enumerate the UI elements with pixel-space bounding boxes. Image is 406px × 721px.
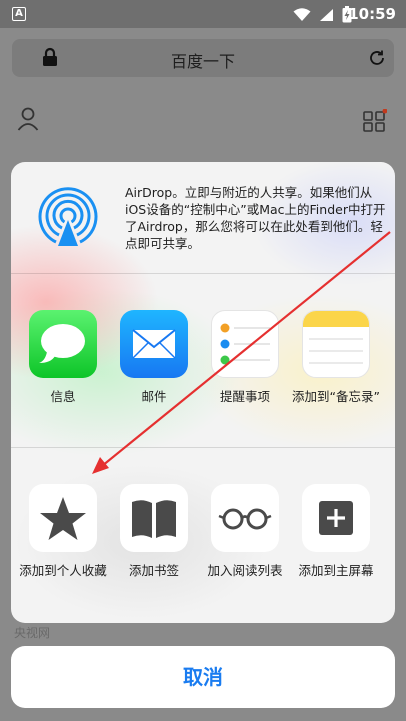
share-actions-row: 添加到个人收藏 添加书签 加入阅读列表 添加到主屏幕 bbox=[11, 484, 395, 623]
book-icon bbox=[120, 484, 188, 552]
airdrop-description: AirDrop。立即与附近的人共享。如果他们从iOS设备的“控制中心”或Mac上… bbox=[125, 185, 386, 251]
user-icon[interactable] bbox=[17, 107, 39, 131]
wifi-icon bbox=[293, 7, 311, 21]
action-add-bookmark[interactable]: 添加书签 bbox=[110, 484, 198, 579]
action-label: 添加到个人收藏 bbox=[19, 563, 107, 578]
share-app-label: 信息 bbox=[50, 389, 76, 404]
background-site-label: 央视网 bbox=[14, 626, 51, 640]
star-icon bbox=[29, 484, 97, 552]
share-sheet: AirDrop。立即与附近的人共享。如果他们从iOS设备的“控制中心”或Mac上… bbox=[11, 162, 395, 623]
share-app-label: 添加到“备忘录” bbox=[292, 389, 380, 404]
reminders-icon bbox=[211, 310, 279, 378]
airdrop-section[interactable]: AirDrop。立即与附近的人共享。如果他们从iOS设备的“控制中心”或Mac上… bbox=[11, 162, 395, 274]
action-reading-list[interactable]: 加入阅读列表 bbox=[201, 484, 289, 579]
plus-square-icon bbox=[302, 484, 370, 552]
status-time: 10:59 bbox=[348, 5, 396, 23]
share-app-label: 提醒事项 bbox=[219, 389, 270, 404]
glasses-icon bbox=[211, 484, 279, 552]
page-title: 百度一下 bbox=[170, 52, 235, 71]
share-app-messages[interactable]: 信息 bbox=[19, 310, 107, 405]
action-label: 加入阅读列表 bbox=[207, 563, 283, 578]
reload-icon[interactable] bbox=[368, 49, 386, 67]
cancel-button[interactable]: 取消 bbox=[11, 646, 395, 708]
messages-icon bbox=[29, 310, 97, 378]
action-add-home-screen[interactable]: 添加到主屏幕 bbox=[292, 484, 380, 579]
share-app-mail[interactable]: 邮件 bbox=[110, 310, 198, 405]
status-bar: A 10:59 bbox=[0, 0, 406, 28]
action-label: 添加到主屏幕 bbox=[298, 563, 374, 578]
action-add-favorite[interactable]: 添加到个人收藏 bbox=[19, 484, 107, 579]
mail-icon bbox=[120, 310, 188, 378]
notification-icon: A bbox=[12, 7, 26, 21]
signal-icon bbox=[320, 8, 333, 21]
share-app-notes[interactable]: 添加到“备忘录” bbox=[292, 310, 380, 405]
share-apps-row: 信息 邮件 提醒事项 添加到“备忘录” bbox=[11, 310, 395, 448]
apps-grid-icon[interactable] bbox=[363, 109, 387, 133]
address-bar[interactable]: 百度一下 bbox=[12, 39, 394, 77]
share-app-reminders[interactable]: 提醒事项 bbox=[201, 310, 289, 405]
notes-icon bbox=[302, 310, 370, 378]
share-app-label: 邮件 bbox=[141, 389, 167, 404]
airdrop-icon bbox=[38, 187, 98, 246]
action-label: 添加书签 bbox=[128, 563, 179, 578]
